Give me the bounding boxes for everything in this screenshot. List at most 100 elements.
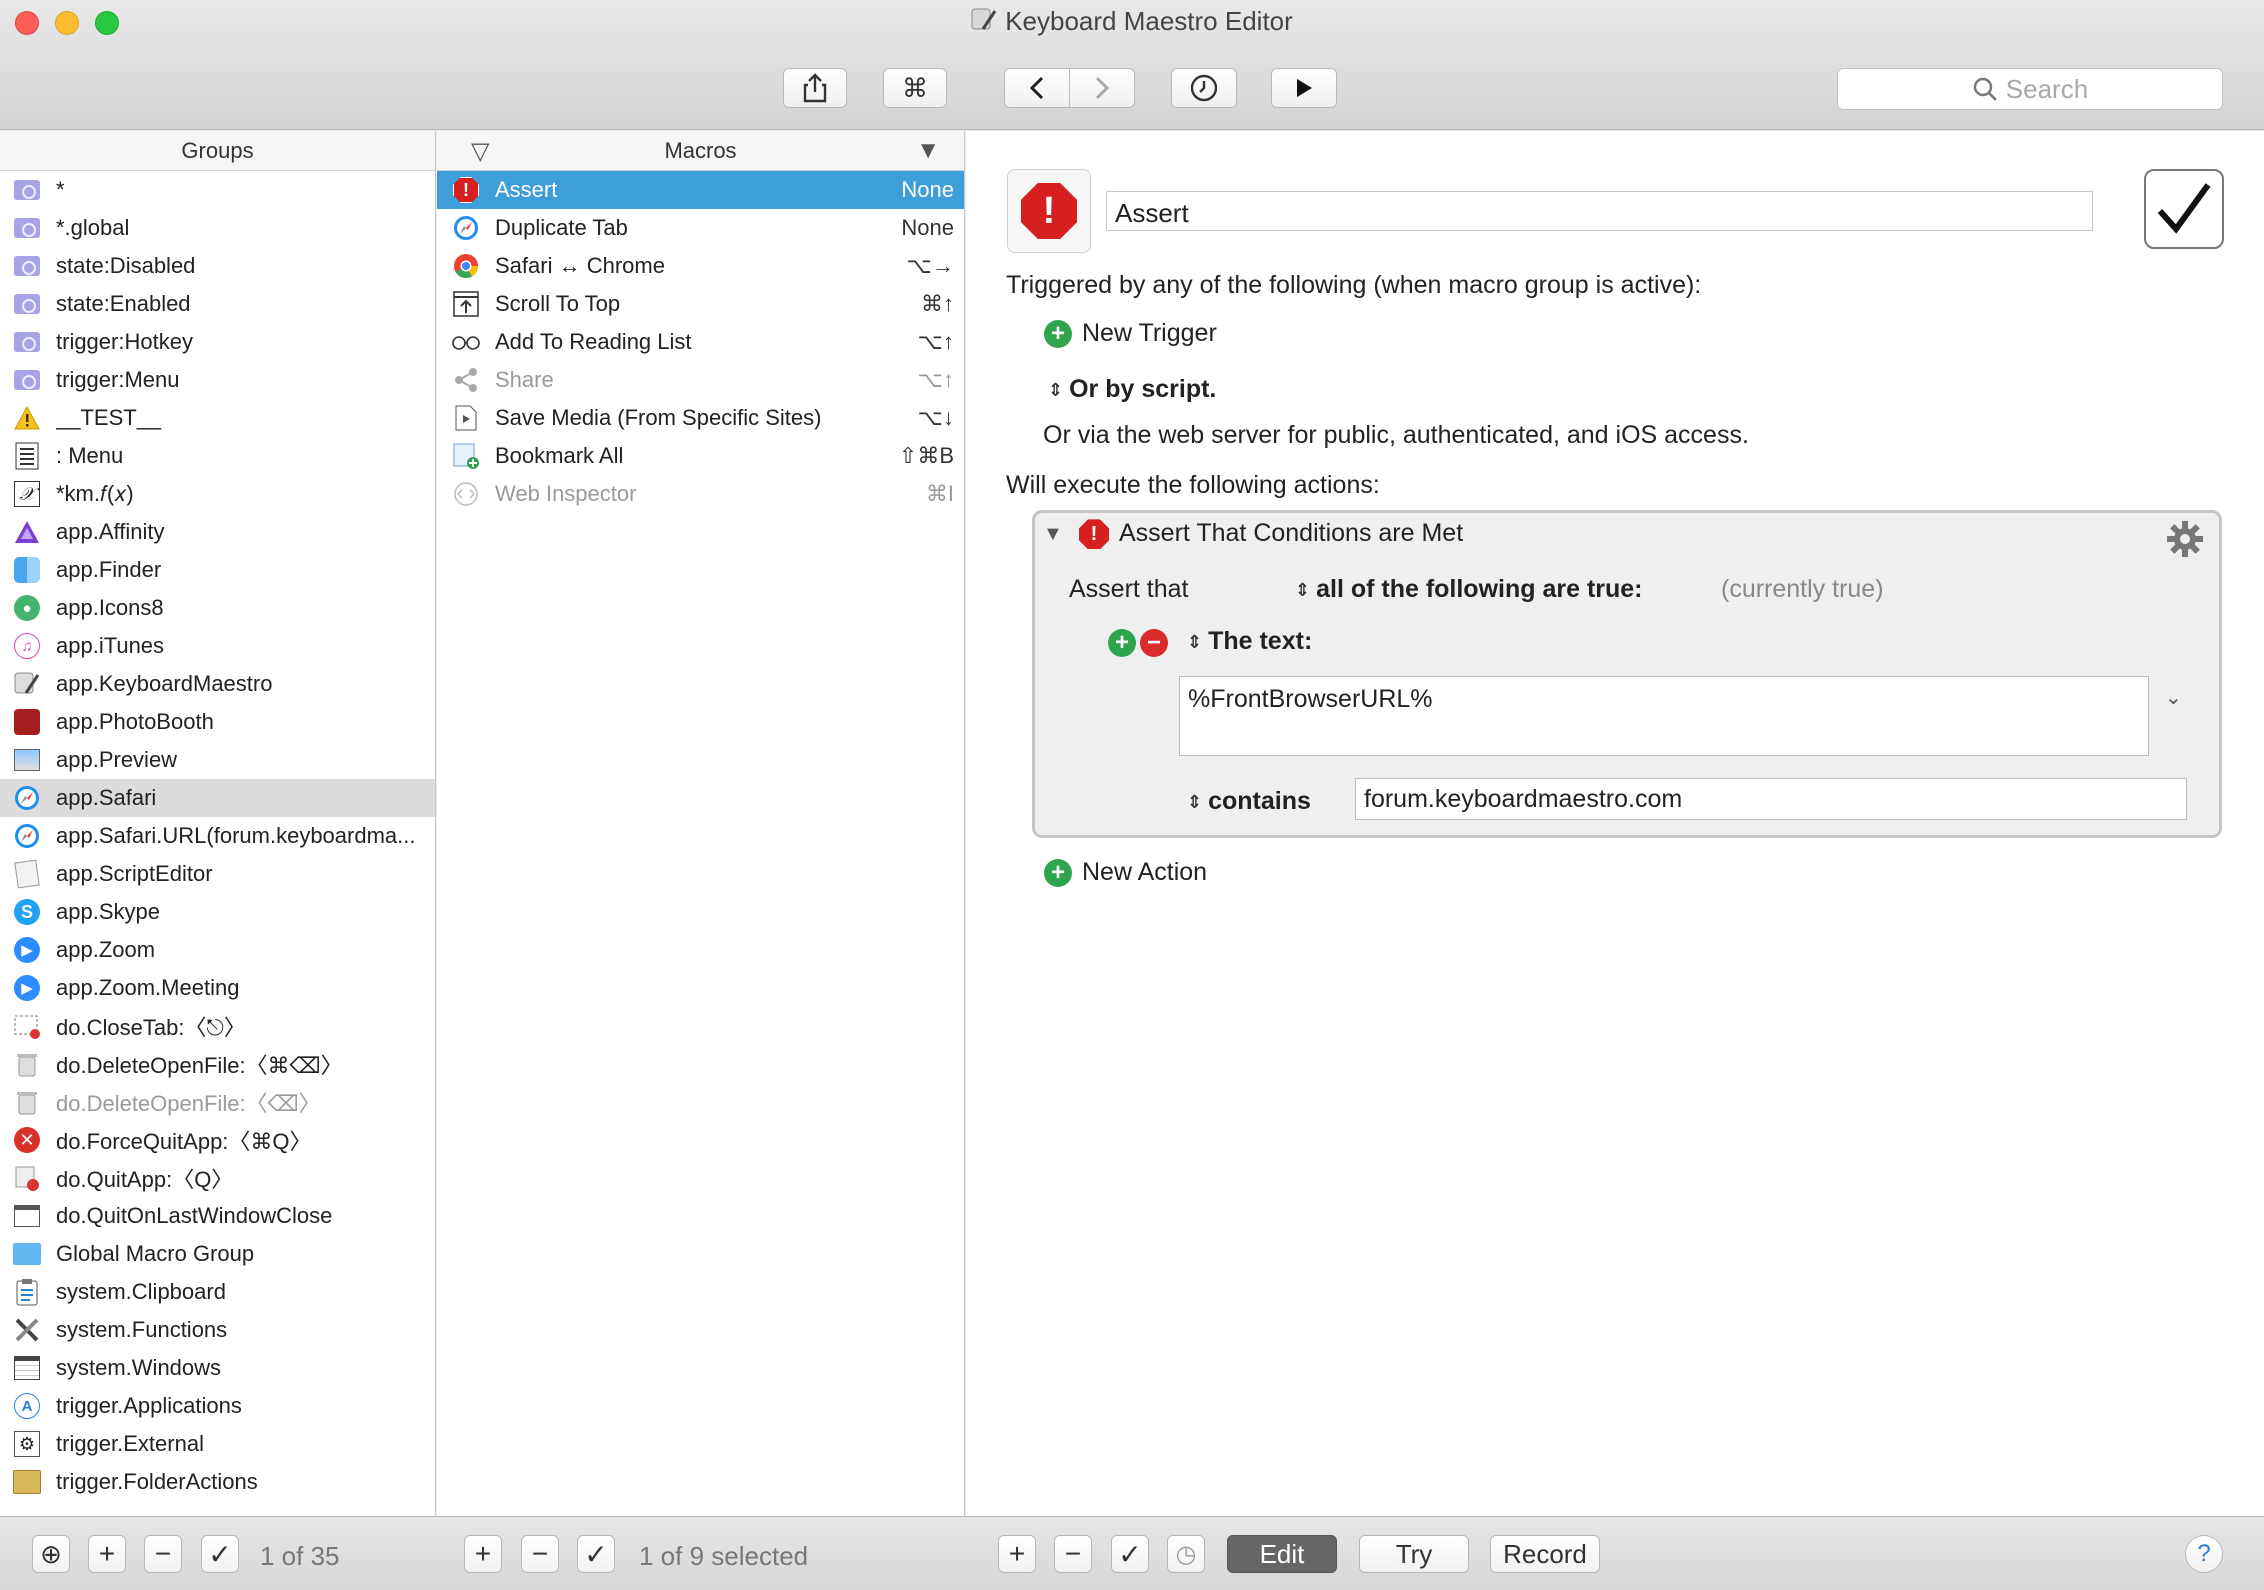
chevron-left-icon	[1029, 76, 1044, 100]
add-group-button[interactable]: +	[88, 1535, 126, 1573]
group-row[interactable]: trigger:Menu	[0, 361, 435, 399]
group-row[interactable]: ⚙ trigger.External	[0, 1425, 435, 1463]
group-row[interactable]: ♫ app.iTunes	[0, 627, 435, 665]
enable-macro-button[interactable]: ✓	[577, 1535, 615, 1573]
remove-condition-icon[interactable]: −	[1140, 629, 1168, 658]
history-button[interactable]: ◷	[1167, 1535, 1205, 1573]
macro-row[interactable]: Web Inspector ⌘I	[437, 475, 964, 513]
group-row[interactable]: ▶ app.Zoom.Meeting	[0, 969, 435, 1007]
group-row[interactable]: app.Safari	[0, 779, 435, 817]
group-row[interactable]: __TEST__	[0, 399, 435, 437]
macro-row[interactable]: ! Assert None	[437, 171, 964, 209]
enable-action-button[interactable]: ✓	[1111, 1535, 1149, 1573]
group-row[interactable]: system.Windows	[0, 1349, 435, 1387]
macro-enabled-checkbox[interactable]	[2144, 169, 2224, 249]
or-by-script-popup[interactable]: ⇕ Or by script.	[1048, 375, 1216, 404]
filter-filled-icon[interactable]: ▼	[916, 137, 940, 165]
new-trigger-button[interactable]: + New Trigger	[1044, 319, 1217, 349]
group-row[interactable]: trigger.FolderActions	[0, 1463, 435, 1501]
condition-type-popup[interactable]: ⇕ The text:	[1187, 627, 1312, 656]
macro-row[interactable]: Duplicate Tab None	[437, 209, 964, 247]
macro-shortcut: ⌥↑	[917, 329, 954, 354]
contains-value-field[interactable]: forum.keyboardmaestro.com	[1355, 778, 2187, 820]
new-action-button[interactable]: + New Action	[1044, 858, 1207, 888]
group-row[interactable]: do.DeleteOpenFile:〈⌫〉	[0, 1083, 435, 1121]
group-row[interactable]: *.global	[0, 209, 435, 247]
macro-icon-well[interactable]: !	[1007, 169, 1091, 253]
safari-icon	[12, 821, 42, 851]
search-field[interactable]: Search	[1837, 68, 2223, 110]
token-menu-chevron-icon[interactable]: ⌄	[2165, 685, 2182, 710]
group-list: * *.global state:Disabled state:Enabled trig…	[0, 171, 435, 1501]
add-macro-button[interactable]: +	[464, 1535, 502, 1573]
gear-icon[interactable]	[2165, 519, 2205, 559]
macro-name-field[interactable]: Assert	[1106, 191, 2093, 231]
group-row[interactable]: system.Functions	[0, 1311, 435, 1349]
zoom-icon: ▶	[12, 935, 42, 965]
group-row[interactable]: ✕ do.ForceQuitApp:〈⌘Q〉	[0, 1121, 435, 1159]
group-row[interactable]: do.CloseTab:〈⎋〉	[0, 1007, 435, 1045]
group-row[interactable]: state:Disabled	[0, 247, 435, 285]
group-row[interactable]: Global Macro Group	[0, 1235, 435, 1273]
macro-row[interactable]: Share ⌥↑	[437, 361, 964, 399]
macro-shortcut: ⌥→	[906, 253, 954, 278]
back-button[interactable]	[1004, 68, 1070, 108]
group-row[interactable]: do.QuitApp:〈Q〉	[0, 1159, 435, 1197]
group-row[interactable]: app.Safari.URL(forum.keyboardma...	[0, 817, 435, 855]
group-row[interactable]: app.Preview	[0, 741, 435, 779]
group-row[interactable]: do.DeleteOpenFile:〈⌘⌫〉	[0, 1045, 435, 1083]
group-row[interactable]: *	[0, 171, 435, 209]
try-label: Try	[1395, 1538, 1433, 1569]
group-row[interactable]: app.KeyboardMaestro	[0, 665, 435, 703]
share-button[interactable]	[783, 68, 847, 108]
group-label: system.Clipboard	[56, 1279, 226, 1304]
record-button[interactable]: Record	[1490, 1535, 1600, 1573]
group-row[interactable]: Sapp.Skype	[0, 893, 435, 931]
remove-macro-button[interactable]: −	[521, 1535, 559, 1573]
macros-header[interactable]: ▽ Macros ▼	[437, 131, 964, 171]
add-action-button[interactable]: +	[998, 1535, 1036, 1573]
group-row[interactable]: app.Affinity	[0, 513, 435, 551]
help-button[interactable]: ?	[2185, 1535, 2223, 1573]
macro-row[interactable]: Scroll To Top ⌘↑	[437, 285, 964, 323]
operator-popup[interactable]: ⇕ contains	[1187, 787, 1311, 816]
group-row[interactable]: state:Enabled	[0, 285, 435, 323]
remove-action-button[interactable]: −	[1054, 1535, 1092, 1573]
group-row[interactable]: 𝒳 *km.𝑓(𝑥)	[0, 475, 435, 513]
group-label: app.iTunes	[56, 633, 165, 658]
remove-group-button[interactable]: −	[144, 1535, 182, 1573]
action-assert-conditions[interactable]: ▼ ! Assert That Conditions are Met Assert…	[1032, 510, 2222, 838]
macro-row[interactable]: Add To Reading List ⌥↑	[437, 323, 964, 361]
recent-button[interactable]	[1171, 68, 1237, 108]
filter-outline-icon[interactable]: ▽	[471, 137, 489, 166]
will-execute-label: Will execute the following actions:	[1006, 471, 1380, 499]
condition-text-field[interactable]: %FrontBrowserURL%	[1179, 676, 2149, 756]
command-button[interactable]: ⌘	[883, 68, 947, 108]
group-row[interactable]: do.QuitOnLastWindowClose	[0, 1197, 435, 1235]
group-row[interactable]: trigger:Hotkey	[0, 323, 435, 361]
clipboard-icon	[12, 1277, 42, 1307]
group-row[interactable]: system.Clipboard	[0, 1273, 435, 1311]
group-row[interactable]: ● app.Icons8	[0, 589, 435, 627]
group-row[interactable]: Atrigger.Applications	[0, 1387, 435, 1425]
group-row[interactable]: app.Finder	[0, 551, 435, 589]
macro-row[interactable]: Save Media (From Specific Sites) ⌥↓	[437, 399, 964, 437]
macro-row[interactable]: Safari ↔ Chrome ⌥→	[437, 247, 964, 285]
run-button[interactable]	[1271, 68, 1337, 108]
group-row[interactable]: ▶ app.Zoom	[0, 931, 435, 969]
try-button[interactable]: Try	[1359, 1535, 1469, 1573]
group-row[interactable]: app.ScriptEditor	[0, 855, 435, 893]
disclosure-triangle-icon[interactable]: ▼	[1043, 523, 1063, 546]
forward-button[interactable]	[1069, 68, 1135, 108]
group-row[interactable]: : Menu	[0, 437, 435, 475]
enable-group-button[interactable]: ✓	[201, 1535, 239, 1573]
condition-mode-popup[interactable]: ⇕ all of the following are true:	[1295, 575, 1643, 604]
add-condition-icon[interactable]: +	[1108, 629, 1136, 658]
macro-row[interactable]: Bookmark All ⇧⌘B	[437, 437, 964, 475]
macro-shortcut: ⌥↓	[917, 405, 954, 430]
group-settings-button[interactable]: ⊕	[32, 1535, 70, 1573]
group-row[interactable]: app.PhotoBooth	[0, 703, 435, 741]
groups-header[interactable]: Groups	[0, 131, 435, 171]
group-label: system.Windows	[56, 1355, 222, 1380]
edit-button[interactable]: Edit	[1227, 1535, 1337, 1573]
